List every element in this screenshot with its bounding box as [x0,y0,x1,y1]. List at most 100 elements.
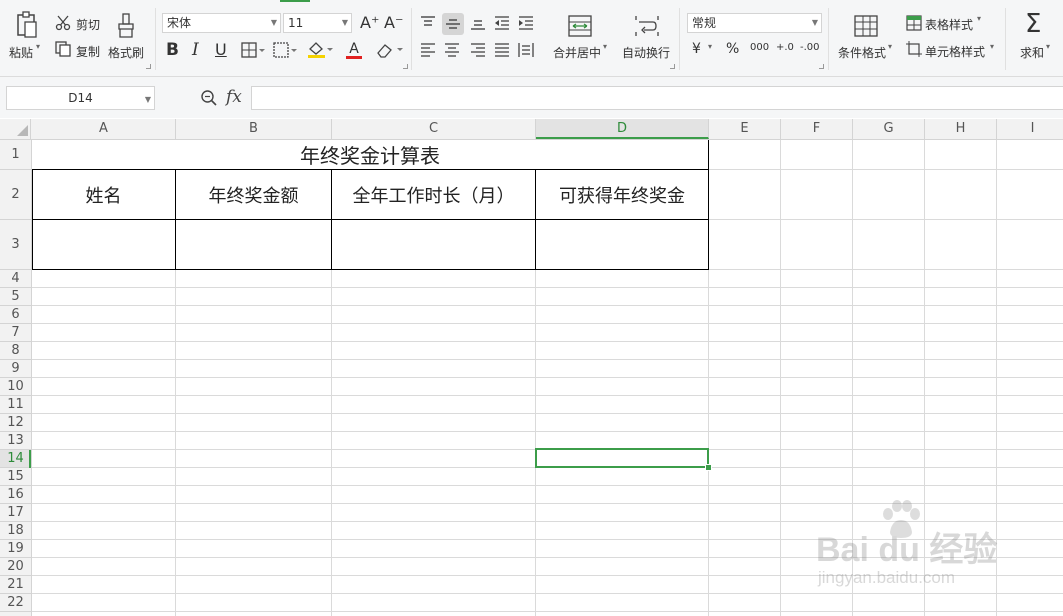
paste-dropdown-icon[interactable]: ▾ [36,42,40,51]
sheet-title[interactable]: 年终奖金计算表 [32,140,708,169]
alignment-group-launcher[interactable] [670,64,675,69]
align-center-icon[interactable] [442,41,462,59]
header-cell-name[interactable]: 姓名 [32,170,175,219]
font-group-launcher[interactable] [403,64,408,69]
row-header[interactable]: 22 [0,594,31,612]
row-header[interactable]: 1 [0,140,31,170]
conditional-format-dropdown-icon[interactable]: ▾ [888,42,892,51]
column-header-g[interactable]: G [853,119,925,139]
cell-style-dropdown-icon[interactable]: ▾ [990,42,994,51]
row-header[interactable]: 13 [0,432,31,450]
justify-icon[interactable] [492,41,512,59]
name-box[interactable]: D14 ▼ [6,86,155,110]
wrap-text-button[interactable]: 自动换行 [622,44,670,61]
row-header[interactable]: 5 [0,288,31,306]
header-cell-bonus-amount[interactable]: 年终奖金额 [176,170,331,219]
table-style-button[interactable]: 表格样式 [925,16,973,33]
merge-icon[interactable] [566,14,594,38]
column-header-e[interactable]: E [709,119,781,139]
font-color-button[interactable]: A [340,40,368,60]
align-top-icon[interactable] [418,13,438,33]
row-header[interactable]: 8 [0,342,31,360]
merge-center-button[interactable]: 合并居中 [553,44,601,61]
bold-button[interactable]: B [166,40,179,60]
formula-input[interactable] [251,86,1063,110]
wrap-icon[interactable] [633,14,661,38]
fill-color-icon[interactable] [306,40,334,60]
zoom-icon[interactable] [199,88,219,108]
row-header[interactable]: 4 [0,270,31,288]
fx-button[interactable]: fx [226,87,242,107]
conditional-format-button[interactable]: 条件格式 [838,44,886,61]
align-right-icon[interactable] [468,41,488,59]
copy-icon[interactable] [54,40,72,58]
number-format-select[interactable]: 常规 ▼ [687,13,822,33]
row-header[interactable]: 3 [0,220,31,270]
column-header-i[interactable]: I [997,119,1063,139]
sum-button[interactable]: 求和 [1020,44,1044,61]
underline-button[interactable]: U [215,40,227,59]
format-painter-button[interactable]: 格式刷 [108,44,144,61]
shrink-font-button[interactable]: A⁻ [384,13,403,32]
indent-decrease-icon[interactable] [492,13,512,33]
column-header-c[interactable]: C [332,119,536,139]
row-header[interactable]: 21 [0,576,31,594]
fill-pattern-icon[interactable] [272,41,298,59]
cut-icon[interactable] [54,14,72,32]
row-header[interactable]: 15 [0,468,31,486]
clipboard-group-launcher[interactable] [146,64,151,69]
table-style-icon[interactable] [905,14,923,32]
header-cell-work-months[interactable]: 全年工作时长（月） [332,170,535,219]
row-header[interactable]: 19 [0,540,31,558]
row-header[interactable]: 10 [0,378,31,396]
header-cell-eligible-bonus[interactable]: 可获得年终奖金 [536,170,708,219]
cell-grid[interactable]: 年终奖金计算表 姓名 年终奖金额 全年工作时长（月） 可获得年终奖金 [32,140,1063,616]
align-middle-icon[interactable] [442,13,464,35]
percent-button[interactable]: % [726,41,739,57]
cell-style-icon[interactable] [905,40,923,58]
sum-icon[interactable]: Σ [1025,9,1041,39]
font-name-select[interactable]: 宋体 ▼ [162,13,281,33]
column-header-a[interactable]: A [32,119,176,139]
fill-handle[interactable] [705,464,712,471]
column-header-f[interactable]: F [781,119,853,139]
data-cell-d3[interactable] [536,220,708,269]
number-group-launcher[interactable] [819,64,824,69]
paste-button[interactable]: 粘贴 [9,44,33,61]
select-all-corner[interactable] [0,119,31,139]
selected-cell-d14[interactable] [535,448,709,468]
clear-icon[interactable] [374,40,404,60]
indent-increase-icon[interactable] [516,13,536,33]
currency-button[interactable]: ¥ [692,41,701,57]
cell-style-button[interactable]: 单元格样式 [925,43,985,60]
grow-font-button[interactable]: A⁺ [360,13,379,32]
row-header[interactable]: 18 [0,522,31,540]
conditional-format-icon[interactable] [852,14,880,38]
italic-button[interactable]: I [192,40,199,60]
paste-icon[interactable] [12,10,42,40]
row-header[interactable]: 9 [0,360,31,378]
row-header[interactable]: 17 [0,504,31,522]
sum-dropdown-icon[interactable]: ▾ [1046,42,1050,51]
distributed-icon[interactable] [516,41,536,59]
column-header-b[interactable]: B [176,119,332,139]
column-header-h[interactable]: H [925,119,997,139]
row-header[interactable]: 16 [0,486,31,504]
thousands-button[interactable]: 000 [750,42,769,53]
borders-icon[interactable] [240,41,266,59]
row-header[interactable]: 7 [0,324,31,342]
data-cell-c3[interactable] [332,220,535,269]
row-header[interactable]: 6 [0,306,31,324]
row-header[interactable]: 11 [0,396,31,414]
currency-dropdown-icon[interactable]: ▾ [708,42,712,51]
increase-decimal-button[interactable]: +.0 [776,42,794,53]
data-cell-a3[interactable] [33,220,175,269]
data-cell-b3[interactable] [176,220,331,269]
decrease-decimal-button[interactable]: -.00 [800,42,820,53]
format-painter-icon[interactable] [114,12,138,40]
merge-dropdown-icon[interactable]: ▾ [603,42,607,51]
cut-button[interactable]: 剪切 [76,16,100,33]
align-bottom-icon[interactable] [468,13,488,33]
row-header-selected[interactable]: 14 [0,450,31,468]
table-style-dropdown-icon[interactable]: ▾ [977,14,981,23]
